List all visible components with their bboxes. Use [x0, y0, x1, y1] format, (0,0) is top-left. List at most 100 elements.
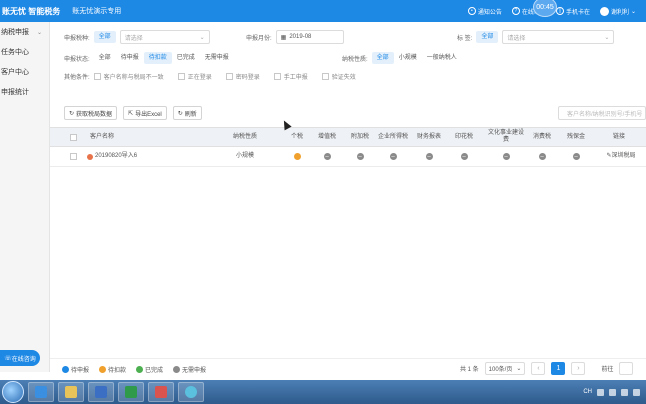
- taxpayer-type-cell: 小规模: [235, 153, 254, 159]
- check-verification-failed[interactable]: 验证失效: [321, 72, 356, 81]
- checkbox[interactable]: [93, 73, 101, 80]
- personal-tax-status[interactable]: [282, 147, 312, 166]
- sidebar-item-statistics[interactable]: 申报统计: [0, 82, 49, 102]
- taxpayer-general[interactable]: 一般纳税人: [422, 52, 462, 64]
- select-all-checkbox[interactable]: [69, 133, 77, 141]
- tax-bureau-link[interactable]: ✎ 深圳税局: [598, 147, 644, 166]
- col-culture-fee: 文化事业建设费: [487, 130, 524, 143]
- tax-type-select[interactable]: 请选择 ⌄: [119, 30, 210, 44]
- checkbox[interactable]: [177, 73, 185, 80]
- check-label: 客户名称与税局不一致: [103, 75, 164, 81]
- col-disability-fund: 残保金: [566, 133, 585, 140]
- sidebar-item-label: 申报统计: [1, 89, 29, 96]
- tax-type-placeholder: 请选择: [124, 35, 143, 42]
- tag-filter: 标 签: 全部 请选择 ⌄: [457, 30, 615, 44]
- month-picker[interactable]: ▦ 2019-08: [275, 30, 344, 44]
- legend-label: 已完成: [145, 368, 164, 374]
- minus-icon: –: [538, 153, 546, 160]
- volume-icon[interactable]: [621, 388, 628, 396]
- tag-all[interactable]: 全部: [476, 31, 499, 43]
- col-personal-tax: 个税: [290, 133, 303, 140]
- other-label: 其他条件:: [64, 75, 90, 81]
- taskbar-app-word[interactable]: [88, 382, 114, 402]
- table-row[interactable]: 20190820导入6 小规模 – – – – – – – – ✎ 深圳税局: [50, 147, 646, 167]
- footer-bar: 待申报 待扣款 已完成 无需申报 共 1 条 100条/页 ⌄ ‹ 1 › 前往: [50, 358, 646, 380]
- minus-icon: –: [425, 153, 433, 160]
- taskbar-app-browser[interactable]: [178, 382, 204, 402]
- page-1-button[interactable]: 1: [551, 362, 566, 375]
- stamp-tax-status: –: [448, 147, 480, 166]
- customer-name-cell[interactable]: 20190820导入6: [87, 147, 210, 166]
- check-password-login[interactable]: 密码登录: [225, 72, 260, 81]
- chevron-down-icon: ⌄: [604, 34, 610, 41]
- status-awaiting-deduction[interactable]: 待扣款: [143, 52, 172, 64]
- input-method[interactable]: CH: [583, 389, 592, 395]
- row-checkbox[interactable]: [69, 153, 77, 160]
- taskbar-app-media[interactable]: [148, 382, 174, 402]
- user-name: 谢利利: [610, 9, 629, 16]
- taxpayer-small-scale[interactable]: 小规模: [394, 52, 422, 64]
- month-value: 2019-08: [289, 34, 312, 40]
- check-logging-in[interactable]: 正在登录: [177, 72, 212, 81]
- page-size-value: 100条/页: [488, 367, 513, 373]
- prev-page-button[interactable]: ‹: [531, 362, 546, 375]
- sidebar-item-customer-center[interactable]: 客户中心: [0, 62, 49, 82]
- next-page-button[interactable]: ›: [571, 362, 586, 375]
- network-icon[interactable]: [633, 388, 640, 396]
- check-icon: [136, 366, 144, 373]
- toolbar: ↻ 获取税局数据 ⇱ 导出Excel ↻ 刷新: [64, 106, 202, 120]
- goto-label: 前往: [601, 367, 614, 373]
- col-link: 链接: [612, 133, 625, 140]
- chat-icon: ☏: [4, 355, 12, 362]
- refresh-button[interactable]: ↻ 刷新: [172, 106, 202, 120]
- check-manual-declare[interactable]: 手工申报: [273, 72, 308, 81]
- notice-link[interactable]: • 通知公告: [467, 7, 502, 16]
- col-taxpayer-type: 纳税性质: [232, 133, 257, 140]
- tray-icon[interactable]: [597, 388, 604, 396]
- minus-icon: –: [572, 153, 580, 160]
- minus-icon: –: [323, 153, 331, 160]
- legend-label: 待申报: [71, 368, 90, 374]
- minus-icon: –: [502, 153, 510, 160]
- minus-icon: –: [356, 153, 364, 160]
- tag-select[interactable]: 请选择 ⌄: [502, 30, 615, 44]
- taskbar-app-ie[interactable]: [28, 382, 54, 402]
- checkbox[interactable]: [225, 73, 233, 80]
- mobile-link[interactable]: ▯ 手机卡在: [555, 7, 590, 16]
- col-customer-name[interactable]: 客户名称: [90, 128, 210, 146]
- taskbar-app-excel[interactable]: [118, 382, 144, 402]
- chevron-down-icon: ⌄: [516, 366, 522, 372]
- tray-icon[interactable]: [609, 388, 616, 396]
- taxpayer-all[interactable]: 全部: [371, 52, 394, 64]
- fetch-data-button[interactable]: ↻ 获取税局数据: [64, 106, 118, 120]
- word-icon: [95, 386, 107, 398]
- goto-page-input[interactable]: [619, 362, 634, 375]
- start-button[interactable]: [2, 381, 24, 403]
- minus-icon: –: [389, 153, 397, 160]
- status-completed[interactable]: 已完成: [172, 52, 200, 64]
- windows-taskbar: CH: [0, 380, 646, 404]
- filter-row-1: 申报税种: 全部 请选择 ⌄: [64, 30, 210, 44]
- checkbox[interactable]: [273, 73, 281, 80]
- online-consult-button[interactable]: ☏ 在线咨询: [0, 350, 40, 366]
- status-pending[interactable]: 待申报: [116, 52, 144, 64]
- sidebar-item-task-center[interactable]: 任务中心: [0, 42, 49, 62]
- warning-icon: [87, 153, 93, 160]
- vat-status: –: [312, 147, 342, 166]
- check-name-mismatch[interactable]: 客户名称与税局不一致: [93, 72, 164, 81]
- legend-label: 待扣款: [108, 368, 127, 374]
- status-not-required[interactable]: 无需申报: [200, 52, 234, 64]
- filter-panel: 申报税种: 全部 请选择 ⌄ 申报月份: ▦ 2019-08 标 签: 全部 请…: [50, 22, 646, 100]
- link-label: 深圳税局: [611, 153, 636, 159]
- checkbox[interactable]: [321, 73, 329, 80]
- taskbar-app-explorer[interactable]: [58, 382, 84, 402]
- sidebar-item-tax-declaration[interactable]: 纳税申报 ⌄: [0, 22, 49, 42]
- search-input[interactable]: 客户名称/纳税识别号/手机号: [558, 106, 646, 120]
- clock-icon: [62, 366, 69, 373]
- account-label: 账无忧演示专用: [72, 8, 122, 15]
- user-menu[interactable]: 谢利利 ⌄: [599, 6, 636, 16]
- page-size-select[interactable]: 100条/页 ⌄: [484, 362, 526, 375]
- export-excel-button[interactable]: ⇱ 导出Excel: [123, 106, 167, 120]
- status-all[interactable]: 全部: [94, 52, 116, 64]
- tax-type-all[interactable]: 全部: [93, 31, 116, 43]
